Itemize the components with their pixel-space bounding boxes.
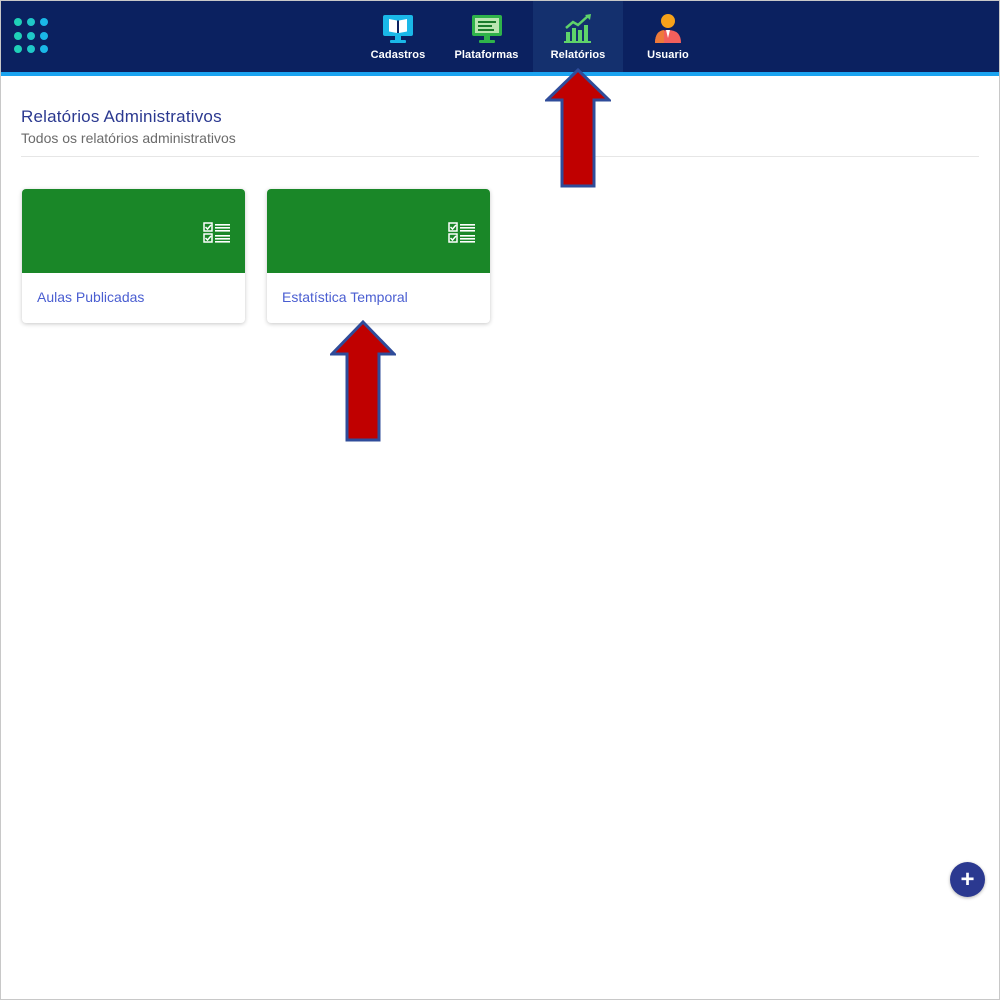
nav-label: Cadastros	[370, 49, 426, 61]
window-frame	[0, 0, 1000, 1000]
header-divider	[21, 156, 979, 157]
plus-icon: +	[960, 865, 975, 893]
add-button[interactable]: +	[950, 862, 985, 897]
main-nav: Cadastros Plataformas Relatórios Usuario	[356, 0, 713, 72]
nav-item-relatorios[interactable]: Relatórios	[533, 0, 623, 72]
nav-label: Usuario	[647, 49, 689, 61]
page-subtitle: Todos os relatórios administrativos	[21, 130, 236, 146]
nav-item-plataformas[interactable]: Plataformas	[440, 0, 533, 72]
nav-item-cadastros[interactable]: Cadastros	[356, 0, 440, 72]
top-navigation-bar: Cadastros Plataformas Relatórios Usuario	[0, 0, 1000, 72]
user-icon	[655, 14, 681, 43]
report-card-aulas-publicadas[interactable]: Aulas Publicadas	[22, 189, 245, 323]
card-label: Aulas Publicadas	[37, 289, 145, 305]
page-title: Relatórios Administrativos	[21, 107, 222, 126]
card-header	[267, 189, 490, 273]
up-arrow-annotation-card	[330, 320, 396, 442]
monitor-book-icon	[383, 15, 413, 43]
card-label: Estatística Temporal	[282, 289, 408, 305]
checklist-icon	[203, 222, 230, 243]
topbar-accent-line	[0, 72, 1000, 76]
bar-chart-trend-icon	[564, 14, 591, 43]
card-header	[22, 189, 245, 273]
monitor-list-icon	[471, 15, 502, 43]
checklist-icon	[448, 222, 475, 243]
report-card-estatistica-temporal[interactable]: Estatística Temporal	[267, 189, 490, 323]
nav-label: Relatórios	[550, 49, 606, 61]
nav-label: Plataformas	[454, 49, 519, 61]
apps-grid-icon[interactable]	[14, 18, 52, 54]
up-arrow-annotation-relatorios	[545, 68, 611, 188]
nav-item-usuario[interactable]: Usuario	[623, 0, 713, 72]
